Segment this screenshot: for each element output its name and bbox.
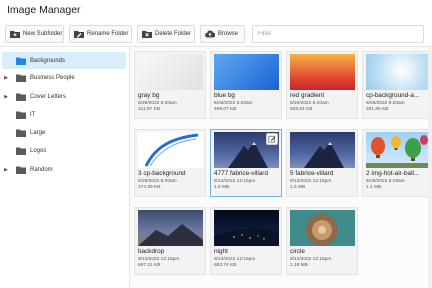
app-title: Image Manager [7,4,81,16]
image-thumbnail [366,54,431,90]
edit-image-button[interactable] [266,133,278,145]
image-size: 281.85 KB [366,107,389,112]
image-date: 9/13/2022 12:15pm [290,179,332,184]
folder-icon [16,57,26,65]
browse-button[interactable]: Browse [200,25,245,43]
sidebar-item-logos[interactable]: Logos [2,142,126,159]
sidebar-item-label: Random [30,166,53,173]
folder-icon [16,74,26,82]
image-size: 883.74 KB [214,263,237,268]
image-name: gray bg [138,92,160,99]
image-date: 6/29/2022 8:20am [138,179,177,184]
delete-folder-label: Delete Folder [155,31,192,37]
image-date: 6/29/2022 8:20am [138,101,177,106]
image-size: 174.39 KB [138,185,161,190]
image-card[interactable]: backdrop 9/13/2022 12:15pm 697.21 KB [134,207,206,275]
image-thumbnail [138,210,203,246]
image-size: 211.87 KB [138,107,161,112]
image-thumbnail [214,54,279,90]
folder-plus-icon [10,31,20,38]
image-date: 6/29/2022 8:20am [214,101,253,106]
pencil-icon [268,135,276,143]
folder-icon [16,147,26,155]
image-date: 9/13/2022 12:15pm [214,257,256,262]
image-card[interactable]: 5 fabrice-villard 9/13/2022 12:15pm 1.5 … [286,129,358,197]
new-subfolder-button[interactable]: New Subfolder [5,25,64,43]
sidebar-item-random[interactable]: ▶ Random [2,161,126,178]
folder-tree: Backgrounds ▶ Business People ▶ Cover Le… [0,47,130,288]
chevron-right-icon[interactable]: ▶ [2,94,10,100]
image-date: 9/13/2022 12:15pm [290,257,332,262]
image-name: 2 img-hot-air-ball... [366,170,420,177]
cloud-upload-icon [205,30,215,38]
sidebar-item-cover-letters[interactable]: ▶ Cover Letters [2,88,126,105]
image-thumbnail [290,210,355,246]
image-card[interactable]: gray bg 6/29/2022 8:20am 211.87 KB [134,51,206,119]
image-name: night [214,248,228,255]
image-thumbnail [214,210,279,246]
image-date: 9/13/2022 12:15pm [138,257,180,262]
image-card[interactable]: cp-background-a... 6/29/2022 8:20am 281.… [362,51,432,119]
chevron-right-icon[interactable]: ▶ [2,167,10,173]
image-size: 1.1 MB [366,185,382,190]
sidebar-item-backgrounds[interactable]: Backgrounds [2,52,126,69]
image-name: cp-background-a... [366,92,420,99]
sidebar-item-label: Cover Letters [30,93,67,100]
image-card[interactable]: 3 cp-background 6/29/2022 8:20am 174.39 … [134,129,206,197]
sidebar-item-label: Business People [30,74,75,81]
sidebar-item-label: IT [30,111,36,118]
sidebar-item-label: Logos [30,147,47,154]
image-size: 1.5 MB [214,185,230,190]
folder-icon [16,129,26,137]
rename-folder-label: Rename Folder [87,31,129,37]
image-size: 1.5 MB [290,185,306,190]
image-thumbnail [138,54,203,90]
image-thumbnail [290,54,355,90]
folder-delete-icon [142,31,152,38]
image-size: 1.18 MB [290,263,308,268]
image-date: 6/29/2022 8:20am [366,101,405,106]
image-name: 3 cp-background [138,170,186,177]
image-name: 5 fabrice-villard [290,170,334,177]
folder-icon [16,166,26,174]
rename-folder-button[interactable]: Rename Folder [69,25,132,43]
image-card[interactable]: circle 9/13/2022 12:15pm 1.18 MB [286,207,358,275]
sidebar-item-business-people[interactable]: ▶ Business People [2,69,126,86]
image-thumbnail [138,132,203,168]
new-subfolder-label: New Subfolder [23,31,63,37]
image-card[interactable]: 4777 fabrice-villard 9/13/2022 12:15pm 1… [210,129,282,197]
image-thumbnail [290,132,355,168]
image-card[interactable]: blue bg 6/29/2022 8:20am 499.07 KB [210,51,282,119]
image-name: blue bg [214,92,235,99]
image-name: backdrop [138,248,165,255]
image-size: 697.21 KB [138,263,161,268]
image-date: 6/29/2022 8:19am [366,179,405,184]
image-card[interactable]: night 9/13/2022 12:15pm 883.74 KB [210,207,282,275]
sidebar-item-large[interactable]: Large [2,124,126,141]
browse-label: Browse [218,31,239,37]
image-date: 9/13/2022 12:15pm [214,179,256,184]
image-name: 4777 fabrice-villard [214,170,268,177]
sidebar-item-label: Backgrounds [30,57,66,64]
folder-icon [16,111,26,119]
image-name: circle [290,248,305,255]
folder-edit-icon [74,31,84,38]
sidebar-item-it[interactable]: IT [2,106,126,123]
image-card[interactable]: 2 img-hot-air-ball... 6/29/2022 8:19am 1… [362,129,432,197]
image-card[interactable]: red gradient 6/29/2022 8:20am 508.54 KB [286,51,358,119]
sidebar-item-label: Large [30,129,46,136]
image-name: red gradient [290,92,325,99]
image-date: 6/29/2022 8:20am [290,101,329,106]
filter-input[interactable] [252,25,424,43]
image-size: 499.07 KB [214,107,237,112]
image-grid: gray bg 6/29/2022 8:20am 211.87 KB blue … [130,47,432,288]
image-size: 508.54 KB [290,107,313,112]
delete-folder-button[interactable]: Delete Folder [137,25,195,43]
image-thumbnail [366,132,431,168]
folder-icon [16,93,26,101]
grid-scrollbar[interactable] [428,47,432,288]
chevron-right-icon[interactable]: ▶ [2,75,10,81]
